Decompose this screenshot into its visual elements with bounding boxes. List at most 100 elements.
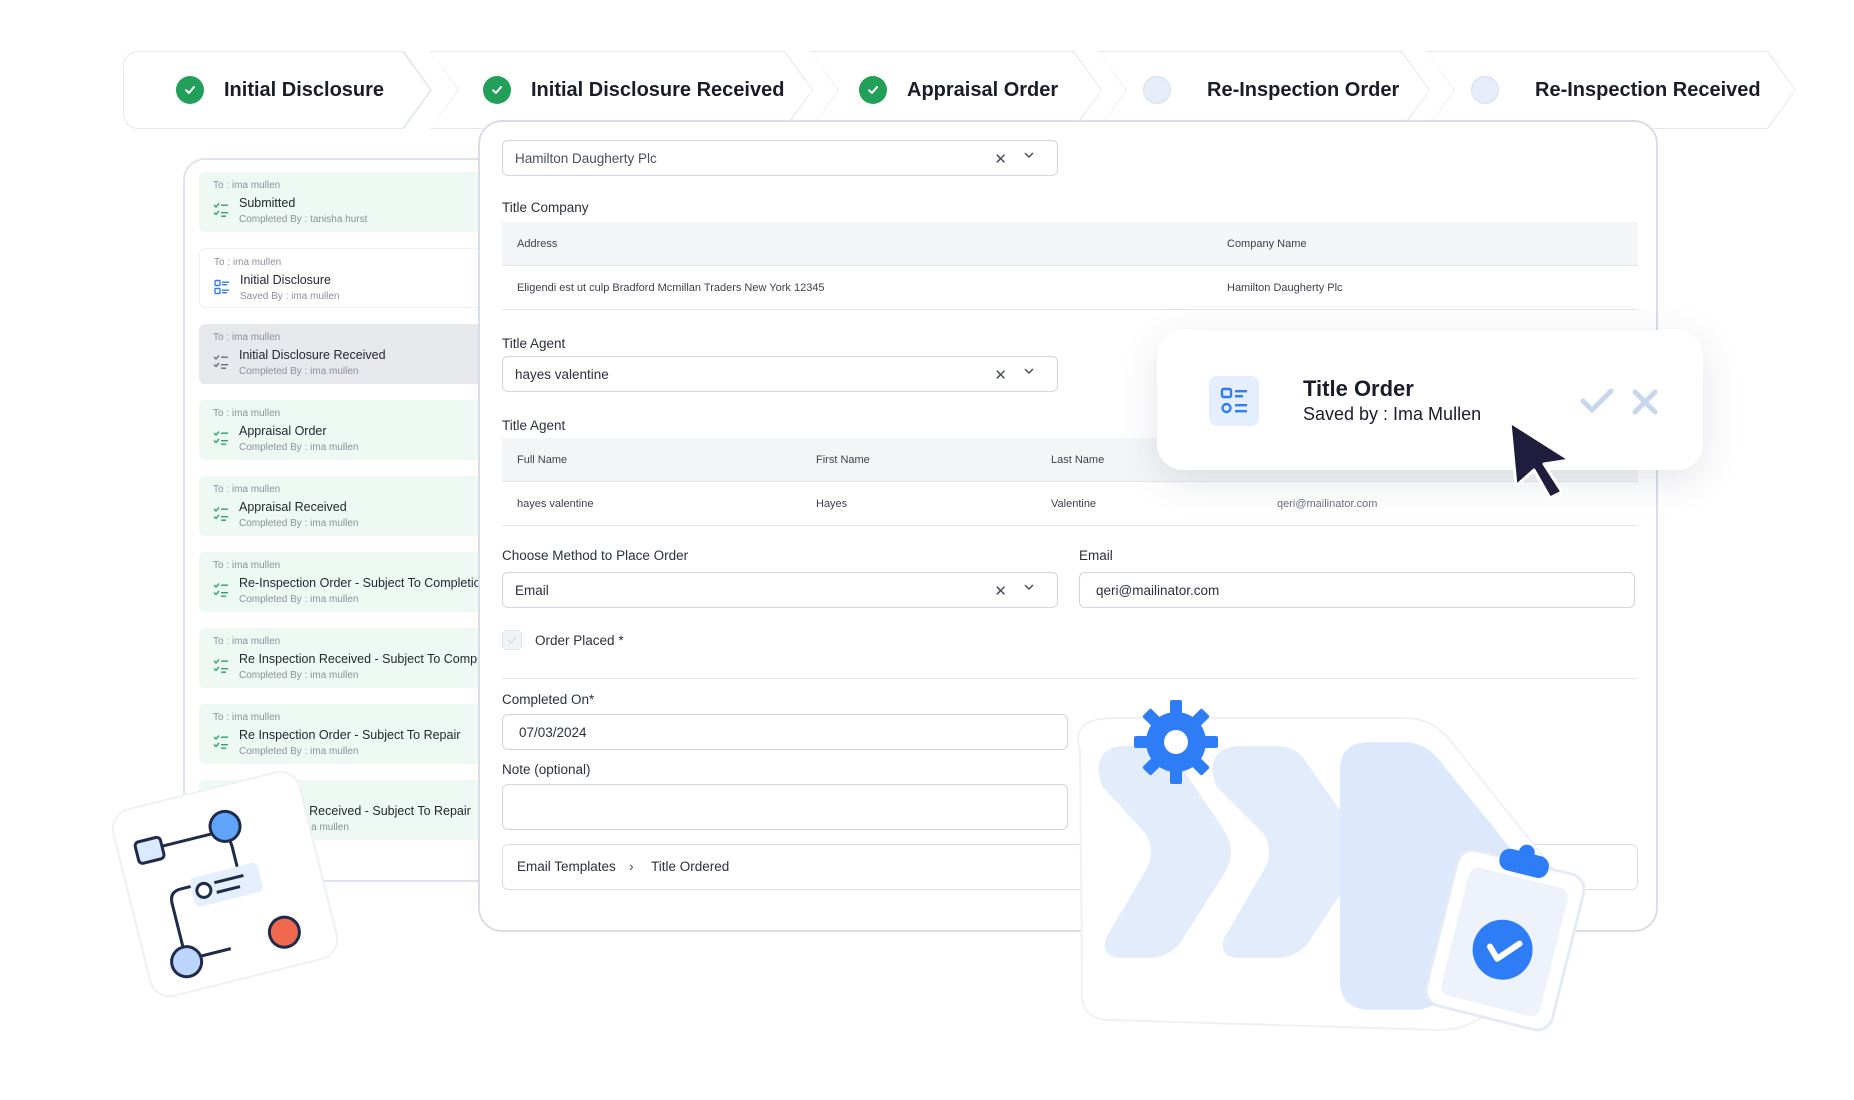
- form-list-icon: [1209, 376, 1259, 426]
- list-item-title: Re Inspection Received - Subject To Comp…: [239, 652, 487, 666]
- divider: [502, 678, 1638, 679]
- title-company-label: Title Company: [502, 200, 589, 215]
- column-header: Last Name: [1051, 454, 1105, 466]
- required-mark: *: [618, 633, 624, 648]
- toast-title: Title Order: [1303, 376, 1414, 401]
- check-icon: [507, 636, 517, 645]
- chevron-down-icon[interactable]: [1023, 581, 1035, 593]
- breadcrumb-title-ordered[interactable]: Title Ordered: [651, 859, 729, 874]
- order-placed-label: Order Placed *: [535, 633, 624, 648]
- list-item-meta: Completed By : ima mullen: [239, 518, 359, 529]
- table-cell: Hamilton Daugherty Plc: [1227, 282, 1343, 294]
- clipboard-check-icon: [1424, 844, 1586, 1032]
- table-cell: qeri@mailinator.com: [1277, 498, 1378, 510]
- close-icon[interactable]: ✕: [994, 582, 1007, 600]
- method-label: Choose Method to Place Order: [502, 548, 689, 563]
- list-item-meta: Saved By : ima mullen: [240, 291, 340, 302]
- list-item-title: Re Inspection Order - Subject To Repair: [239, 728, 461, 742]
- input-value: 07/03/2024: [519, 725, 587, 740]
- checklist-icon: [213, 659, 228, 673]
- email-label: Email: [1079, 548, 1113, 563]
- app-screen: Initial Disclosure Initial Disclosure Re…: [0, 0, 1854, 1100]
- list-item-recipient: To : ima mullen: [213, 408, 281, 419]
- list-item[interactable]: To : ima mullen Submitted Completed By :…: [199, 172, 501, 232]
- pending-circle-icon: [1143, 76, 1171, 104]
- order-placed-checkbox[interactable]: [502, 630, 522, 650]
- pending-circle-icon: [1471, 76, 1499, 104]
- list-item-title: Appraisal Received: [239, 500, 347, 514]
- list-item-title: Appraisal Order: [239, 424, 327, 438]
- select-value: Hamilton Daugherty Plc: [515, 151, 657, 166]
- close-icon[interactable]: ✕: [994, 366, 1007, 384]
- method-select[interactable]: Email ✕: [502, 572, 1058, 608]
- title-company-select[interactable]: Hamilton Daugherty Plc ✕: [502, 140, 1058, 176]
- select-value: Email: [515, 583, 549, 598]
- step-appraisal-order[interactable]: Appraisal Order: [811, 52, 1101, 128]
- progress-stepper: Initial Disclosure Initial Disclosure Re…: [124, 52, 1794, 128]
- email-field[interactable]: qeri@mailinator.com: [1079, 572, 1635, 608]
- check-icon: [483, 76, 511, 104]
- reject-close-icon[interactable]: [1631, 388, 1659, 416]
- list-item-title: Submitted: [239, 196, 296, 210]
- list-item-recipient: To : ima mullen: [213, 712, 281, 723]
- table-header: [502, 222, 1638, 266]
- list-item-recipient: To : ima mullen: [213, 484, 281, 495]
- table-cell: Valentine: [1051, 498, 1097, 510]
- list-item-recipient: To : ima mullen: [213, 636, 281, 647]
- checklist-icon: [213, 583, 228, 597]
- close-icon[interactable]: ✕: [994, 150, 1007, 168]
- check-icon: [859, 76, 887, 104]
- note-label: Note (optional): [502, 762, 591, 777]
- order-placed-text: Order Placed: [535, 633, 615, 648]
- list-item-recipient: To : ima mullen: [213, 180, 281, 191]
- title-agent-select[interactable]: hayes valentine ✕: [502, 356, 1058, 392]
- chevron-down-icon[interactable]: [1023, 365, 1035, 377]
- table-cell: Eligendi est ut culp Bradford Mcmillan T…: [517, 282, 825, 294]
- step-initial-disclosure-received[interactable]: Initial Disclosure Received: [431, 52, 812, 128]
- chevron-down-icon[interactable]: [1023, 149, 1035, 161]
- step-label: Re-Inspection Received: [1535, 78, 1761, 101]
- input-value: qeri@mailinator.com: [1096, 583, 1220, 598]
- list-item-meta: Completed By : ima mullen: [239, 746, 359, 757]
- step-re-inspection-order[interactable]: Re-Inspection Order: [1099, 52, 1429, 128]
- list-item[interactable]: To : ima mullen Re Inspection Received -…: [199, 628, 501, 688]
- list-item-recipient: To : ima mullen: [214, 257, 282, 268]
- step-label: Re-Inspection Order: [1207, 78, 1400, 101]
- list-item[interactable]: To : ima mullen Appraisal Order Complete…: [199, 400, 501, 460]
- approve-check-icon[interactable]: [1579, 386, 1615, 416]
- step-label: Appraisal Order: [907, 78, 1059, 101]
- cursor-arrow-icon: [1508, 420, 1572, 500]
- completed-on-label: Completed On*: [502, 692, 595, 707]
- form-list-icon: [214, 279, 229, 295]
- toast-subtitle: Saved by : Ima Mullen: [1303, 404, 1482, 424]
- workflow-illustration: [111, 770, 339, 998]
- checklist-icon: [213, 203, 228, 217]
- list-item-recipient: To : ima mullen: [213, 560, 281, 571]
- check-icon: [176, 76, 204, 104]
- list-item-meta: Completed By : ima mullen: [239, 442, 359, 453]
- column-header: First Name: [816, 454, 870, 466]
- title-order-toast: Title Order Saved by : Ima Mullen: [1157, 330, 1703, 470]
- list-item-meta: Completed By : ima mullen: [239, 670, 359, 681]
- note-field[interactable]: [502, 784, 1068, 830]
- completed-on-field[interactable]: 07/03/2024: [502, 714, 1068, 750]
- step-initial-disclosure[interactable]: Initial Disclosure: [124, 52, 430, 128]
- table-cell: Hayes: [816, 498, 848, 510]
- list-item[interactable]: To : ima mullen Initial Disclosure Recei…: [199, 324, 501, 384]
- list-item-recipient: To : ima mullen: [213, 332, 281, 343]
- list-item[interactable]: To : ima mullen Appraisal Received Compl…: [199, 476, 501, 536]
- column-header: Address: [517, 238, 558, 250]
- checklist-icon: [213, 431, 228, 445]
- company-table: Address Company Name Eligendi est ut cul…: [502, 222, 1638, 310]
- list-item[interactable]: To : ima mullen Initial Disclosure Saved…: [199, 248, 501, 308]
- gear-icon: [1134, 700, 1218, 784]
- checklist-icon: [213, 355, 228, 369]
- list-item-meta: Completed By : ima mullen: [239, 594, 359, 605]
- step-re-inspection-received[interactable]: Re-Inspection Received: [1427, 52, 1795, 128]
- breadcrumb-email-templates[interactable]: Email Templates: [517, 859, 616, 874]
- list-item-meta: Completed By : tanisha hurst: [239, 214, 368, 225]
- list-item[interactable]: To : ima mullen Re Inspection Order - Su…: [199, 704, 501, 764]
- list-item[interactable]: To : ima mullen Re-Inspection Order - Su…: [199, 552, 501, 612]
- table-cell: hayes valentine: [517, 498, 594, 510]
- step-label: Initial Disclosure: [224, 78, 385, 101]
